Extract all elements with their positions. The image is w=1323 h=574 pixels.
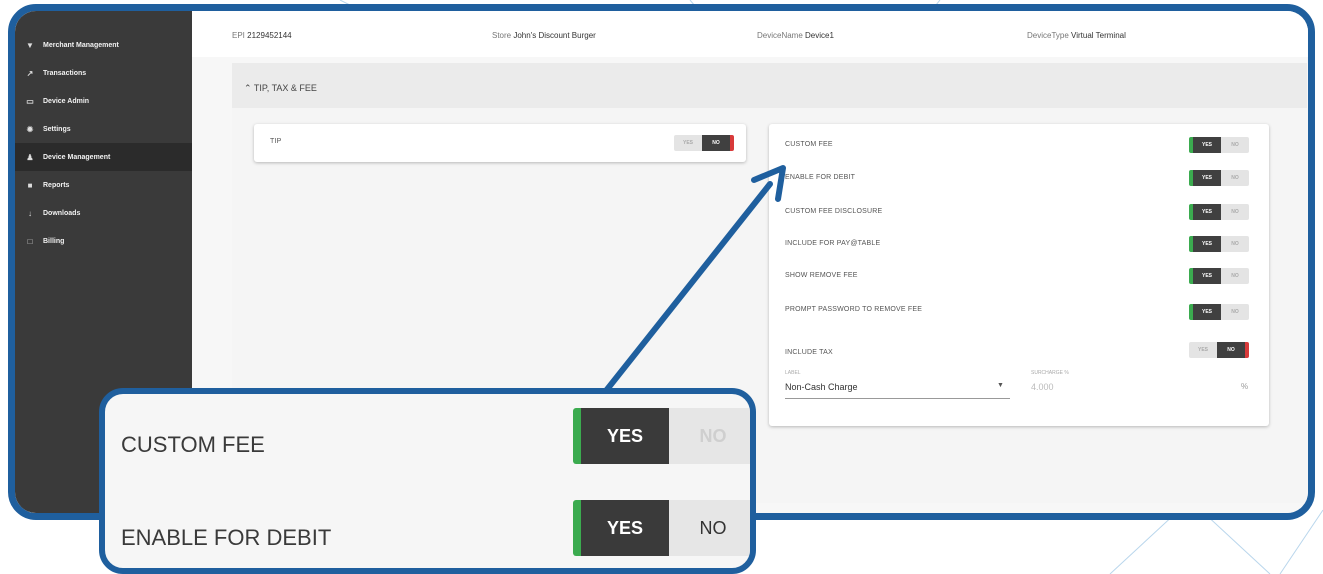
- zoom-custom-fee-toggle[interactable]: YES NO: [573, 408, 750, 464]
- enable-for-debit-no-option[interactable]: NO: [1221, 170, 1249, 186]
- tip-label: TIP: [270, 138, 282, 145]
- dropdown-arrow-icon[interactable]: ▼: [997, 382, 1004, 389]
- zoom-enable-for-debit-toggle[interactable]: YES NO: [573, 500, 750, 556]
- sidebar-item-billing[interactable]: □ Billing: [15, 227, 192, 255]
- show-remove-fee-toggle[interactable]: YES NO: [1189, 268, 1249, 284]
- store-label: Store: [492, 31, 512, 40]
- device-type-info: DeviceType Virtual Terminal: [1027, 31, 1126, 40]
- zoom-custom-fee-no[interactable]: NO: [669, 408, 750, 464]
- include-tax-yes-option[interactable]: YES: [1189, 342, 1217, 358]
- zoom-custom-fee-yes[interactable]: YES: [581, 408, 669, 464]
- billing-icon: □: [27, 236, 33, 246]
- prompt-password-label: PROMPT PASSWORD TO REMOVE FEE: [785, 306, 923, 313]
- include-for-pay-at-table-toggle[interactable]: YES NO: [1189, 236, 1249, 252]
- device-name-value: Device1: [805, 31, 834, 40]
- custom-fee-yes-option[interactable]: YES: [1193, 137, 1221, 153]
- include-tax-label: INCLUDE TAX: [785, 349, 833, 356]
- show-remove-fee-yes-option[interactable]: YES: [1193, 268, 1221, 284]
- enable-for-debit-label: ENABLE FOR DEBIT: [785, 174, 856, 181]
- device-name-info: DeviceName Device1: [757, 31, 834, 40]
- surcharge-field-caption: SURCHARGE %: [1031, 370, 1069, 376]
- store-value: John's Discount Burger: [513, 31, 596, 40]
- tip-card: TIP YES NO: [254, 124, 746, 162]
- label-select-underline: [785, 398, 1010, 399]
- label-select[interactable]: Non-Cash Charge: [785, 382, 858, 392]
- label-field-caption: LABEL: [785, 370, 801, 376]
- show-remove-fee-label: SHOW REMOVE FEE: [785, 272, 858, 279]
- include-tax-no-option[interactable]: NO: [1217, 342, 1245, 358]
- zoom-callout: CUSTOM FEE YES NO ENABLE FOR DEBIT YES N…: [99, 388, 756, 574]
- enable-for-debit-yes-option[interactable]: YES: [1193, 170, 1221, 186]
- percent-symbol: %: [1241, 382, 1249, 391]
- pay-at-table-no-option[interactable]: NO: [1221, 236, 1249, 252]
- custom-fee-toggle[interactable]: YES NO: [1189, 137, 1249, 153]
- zoom-enable-for-debit-yes[interactable]: YES: [581, 500, 669, 556]
- prompt-password-no-option[interactable]: NO: [1221, 304, 1249, 320]
- sidebar-item-device-admin[interactable]: ▭ Device Admin: [15, 87, 192, 115]
- epi-label: EPI: [232, 31, 245, 40]
- download-icon: ↓: [28, 208, 32, 218]
- zoom-enable-for-debit-label: ENABLE FOR DEBIT: [121, 525, 332, 550]
- sidebar-item-label: Billing: [43, 237, 65, 245]
- sidebar-item-device-management[interactable]: ♟ Device Management: [15, 143, 192, 171]
- custom-fee-disclosure-no-option[interactable]: NO: [1221, 204, 1249, 220]
- custom-fee-disclosure-yes-option[interactable]: YES: [1193, 204, 1221, 220]
- prompt-password-toggle[interactable]: YES NO: [1189, 304, 1249, 320]
- chevron-up-icon: ⌃: [244, 83, 252, 93]
- device-type-value: Virtual Terminal: [1071, 31, 1126, 40]
- pay-at-table-yes-option[interactable]: YES: [1193, 236, 1221, 252]
- custom-fee-label: CUSTOM FEE: [785, 141, 833, 148]
- tip-toggle[interactable]: YES NO: [674, 135, 734, 151]
- prompt-password-yes-option[interactable]: YES: [1193, 304, 1221, 320]
- custom-fee-no-option[interactable]: NO: [1221, 137, 1249, 153]
- sidebar-item-label: Downloads: [43, 209, 81, 217]
- custom-fee-disclosure-toggle[interactable]: YES NO: [1189, 204, 1249, 220]
- enable-for-debit-toggle[interactable]: YES NO: [1189, 170, 1249, 186]
- sidebar-item-label: Transactions: [43, 69, 87, 77]
- epi-value: 2129452144: [247, 31, 292, 40]
- device-type-label: DeviceType: [1027, 31, 1069, 40]
- sidebar-item-downloads[interactable]: ↓ Downloads: [15, 199, 192, 227]
- section-header[interactable]: ⌃ TIP, TAX & FEE: [244, 83, 317, 94]
- device-icon: ▭: [26, 96, 34, 106]
- surcharge-input[interactable]: 4.000: [1031, 382, 1054, 392]
- fee-card: CUSTOM FEE YES NO ENABLE FOR DEBIT YES N…: [769, 124, 1269, 426]
- file-icon: ■: [27, 180, 33, 190]
- epi-info: EPI 2129452144: [232, 31, 292, 40]
- user-icon: ♟: [26, 152, 34, 162]
- device-info-bar: EPI 2129452144 Store John's Discount Bur…: [192, 11, 1308, 57]
- sidebar-item-transactions[interactable]: ↗ Transactions: [15, 59, 192, 87]
- tip-no-option[interactable]: NO: [702, 135, 730, 151]
- sidebar-item-label: Device Management: [43, 153, 111, 161]
- sidebar-item-label: Device Admin: [43, 97, 90, 105]
- sidebar-item-settings[interactable]: ✹ Settings: [15, 115, 192, 143]
- store-info: Store John's Discount Burger: [492, 31, 596, 40]
- zoom-enable-for-debit-no[interactable]: NO: [669, 500, 750, 556]
- sidebar-item-label: Settings: [43, 125, 71, 133]
- trend-icon: ↗: [26, 68, 34, 78]
- include-tax-toggle[interactable]: YES NO: [1189, 342, 1249, 358]
- gear-icon: ✹: [26, 124, 34, 134]
- sidebar-item-reports[interactable]: ■ Reports: [15, 171, 192, 199]
- sidebar-item-merchant-management[interactable]: ▼ Merchant Management: [15, 31, 192, 59]
- show-remove-fee-no-option[interactable]: NO: [1221, 268, 1249, 284]
- store-icon: ▼: [26, 40, 34, 50]
- zoom-custom-fee-label: CUSTOM FEE: [121, 432, 265, 457]
- tip-yes-option[interactable]: YES: [674, 135, 702, 151]
- section-title: TIP, TAX & FEE: [253, 83, 317, 93]
- custom-fee-disclosure-label: CUSTOM FEE DISCLOSURE: [785, 208, 883, 215]
- sidebar-item-label: Merchant Management: [43, 41, 119, 49]
- sidebar-item-label: Reports: [43, 181, 70, 189]
- device-name-label: DeviceName: [757, 31, 803, 40]
- include-for-pay-at-table-label: INCLUDE FOR PAY@TABLE: [785, 240, 881, 247]
